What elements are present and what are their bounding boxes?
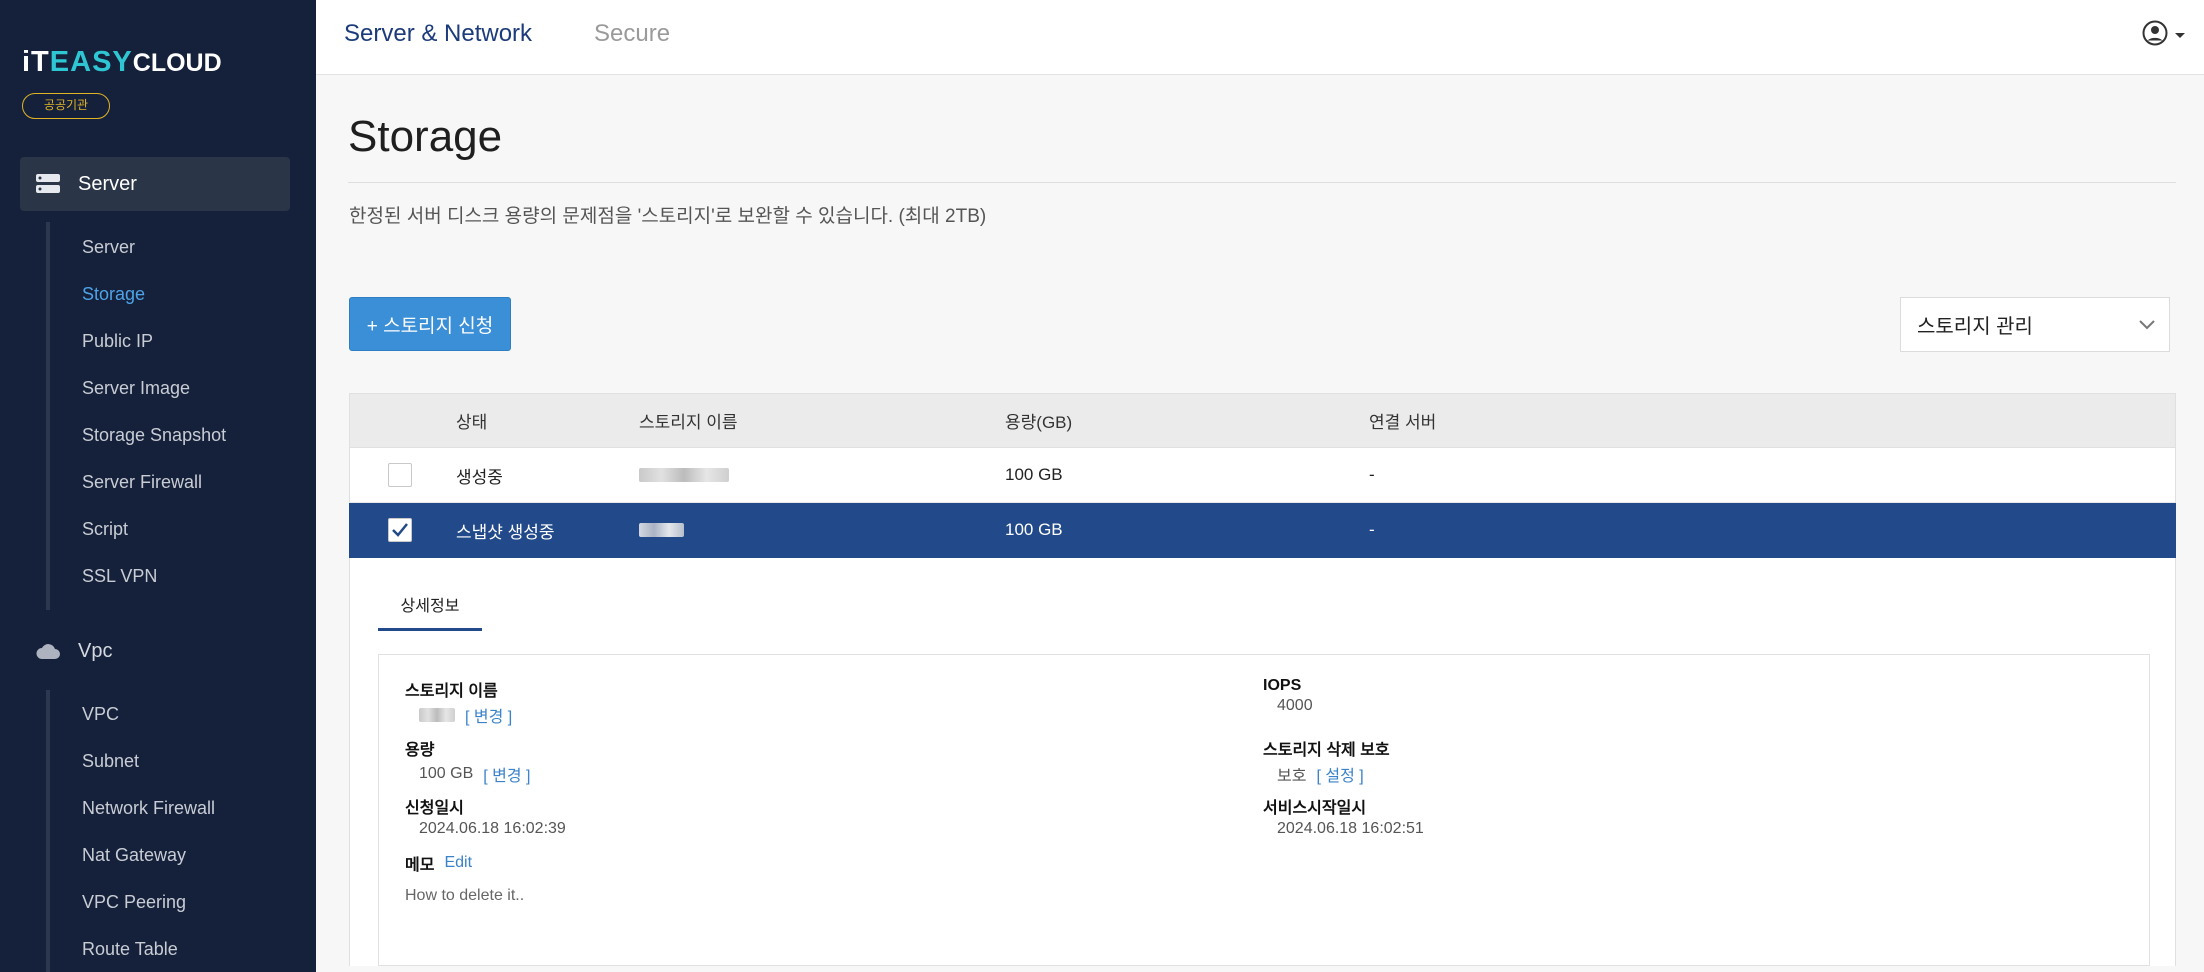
storage-table: 상태 스토리지 이름 용량(GB) 연결 서버 생성중 100 GB - 스냅샷… <box>349 393 2176 966</box>
sidebar-item-server[interactable]: Server <box>82 237 135 258</box>
column-header-status: 상태 <box>456 413 488 432</box>
storage-manage-value: 스토리지 관리 <box>1917 316 2033 338</box>
row-size: 100 GB <box>1005 520 1063 539</box>
sidebar-item-storage-snapshot[interactable]: Storage Snapshot <box>82 425 226 446</box>
tab-secure[interactable]: Secure <box>594 20 670 48</box>
table-row[interactable]: 생성중 100 GB - <box>349 448 2176 503</box>
field-iops: IOPS 4000 <box>1263 677 1313 715</box>
sidebar-item-subnet[interactable]: Subnet <box>82 751 139 772</box>
requested-value: 2024.06.18 16:02:39 <box>419 820 566 837</box>
sidebar-item-script[interactable]: Script <box>82 519 128 540</box>
field-requested-at: 신청일시 2024.06.18 16:02:39 <box>405 794 566 838</box>
sidebar-item-network-firewall[interactable]: Network Firewall <box>82 798 215 819</box>
brand-logo[interactable]: iTEASYCLOUD <box>22 46 222 79</box>
sidebar: iTEASYCLOUD 공공기관 Server Server Storage P… <box>0 0 316 972</box>
memo-edit-link[interactable]: Edit <box>444 854 472 872</box>
request-storage-label: + 스토리지 신청 <box>366 315 494 337</box>
storage-name-redacted <box>419 708 455 722</box>
sidebar-item-server-image[interactable]: Server Image <box>82 378 190 399</box>
field-service-start: 서비스시작일시 2024.06.18 16:02:51 <box>1263 794 1424 838</box>
sidebar-group-label: Vpc <box>78 639 113 662</box>
table-row-selected[interactable]: 스냅샷 생성중 100 GB - <box>349 503 2176 558</box>
column-header-server: 연결 서버 <box>1369 413 1437 432</box>
row-server: - <box>1369 465 1375 484</box>
iops-value: 4000 <box>1277 697 1313 714</box>
server-icon <box>34 172 62 196</box>
field-label: 서비스시작일시 <box>1263 800 1367 817</box>
change-size-link[interactable]: [ 변경 ] <box>483 762 530 786</box>
title-divider <box>348 182 2176 183</box>
submenu-rail <box>46 222 50 610</box>
tab-detail-info[interactable]: 상세정보 <box>378 592 482 631</box>
page-description: 한정된 서버 디스크 용량의 문제점을 '스토리지'로 보완할 수 있습니다. … <box>349 206 987 227</box>
sidebar-item-server-firewall[interactable]: Server Firewall <box>82 472 202 493</box>
sidebar-item-ssl-vpn[interactable]: SSL VPN <box>82 566 157 587</box>
row-status: 생성중 <box>456 467 503 487</box>
field-storage-name: 스토리지 이름 [ 변경 ] <box>405 677 512 727</box>
column-header-size: 용량(GB) <box>1005 413 1073 432</box>
sidebar-item-route-table[interactable]: Route Table <box>82 939 178 960</box>
size-value: 100 GB <box>419 765 474 782</box>
sidebar-item-storage[interactable]: Storage <box>82 284 145 305</box>
submenu-rail <box>46 690 50 972</box>
field-label: 스토리지 삭제 보호 <box>1263 742 1390 759</box>
user-circle-icon <box>2142 20 2168 51</box>
row-checkbox-checked[interactable] <box>388 518 412 542</box>
storage-manage-select[interactable]: 스토리지 관리 <box>1900 297 2170 352</box>
change-name-link[interactable]: [ 변경 ] <box>465 703 512 727</box>
detail-info-box: 스토리지 이름 [ 변경 ] 용량 100 GB [ 변경 ] 신청일시 202… <box>378 654 2150 966</box>
field-label: 신청일시 <box>405 800 464 817</box>
sidebar-group-label: Server <box>78 172 137 195</box>
row-size: 100 GB <box>1005 465 1063 484</box>
tab-server-network[interactable]: Server & Network <box>344 20 532 48</box>
memo-text: How to delete it.. <box>405 887 525 904</box>
detail-panel: 상세정보 스토리지 이름 [ 변경 ] 용량 100 GB [ 변경 ] 신청일… <box>349 558 2176 966</box>
sidebar-item-vpc-peering[interactable]: VPC Peering <box>82 892 186 913</box>
column-header-name: 스토리지 이름 <box>639 413 738 432</box>
protection-value: 보호 <box>1277 768 1307 785</box>
sidebar-item-nat-gateway[interactable]: Nat Gateway <box>82 845 186 866</box>
cloud-icon <box>34 639 62 663</box>
field-delete-protection: 스토리지 삭제 보호 보호 [ 설정 ] <box>1263 736 1390 786</box>
request-storage-button[interactable]: + 스토리지 신청 <box>349 297 511 351</box>
sidebar-item-vpc[interactable]: VPC <box>82 704 119 725</box>
table-header: 상태 스토리지 이름 용량(GB) 연결 서버 <box>349 393 2176 448</box>
row-checkbox[interactable] <box>388 463 412 487</box>
field-size: 용량 100 GB [ 변경 ] <box>405 736 531 786</box>
field-label: 스토리지 이름 <box>405 683 498 700</box>
protection-setting-link[interactable]: [ 설정 ] <box>1316 762 1363 786</box>
caret-down-icon <box>2174 27 2186 45</box>
row-server: - <box>1369 520 1375 539</box>
field-label: IOPS <box>1263 677 1302 694</box>
field-label: 용량 <box>405 742 435 759</box>
sidebar-group-vpc[interactable]: Vpc <box>20 624 290 678</box>
checkmark-icon <box>392 523 408 537</box>
user-menu[interactable] <box>2142 20 2186 51</box>
row-storage-name-redacted <box>639 503 684 557</box>
row-storage-name-redacted <box>639 448 729 502</box>
row-status: 스냅샷 생성중 <box>456 522 555 542</box>
public-agency-badge: 공공기관 <box>22 93 110 119</box>
sidebar-group-server[interactable]: Server <box>20 157 290 211</box>
top-navigation: Server & Network Secure <box>316 0 2204 75</box>
chevron-down-icon <box>2137 314 2157 340</box>
sidebar-item-public-ip[interactable]: Public IP <box>82 331 153 352</box>
field-label: 메모 <box>405 857 435 874</box>
field-memo: 메모 Edit How to delete it.. <box>405 851 524 905</box>
page-title: Storage <box>348 112 503 161</box>
service-start-value: 2024.06.18 16:02:51 <box>1277 820 1424 837</box>
